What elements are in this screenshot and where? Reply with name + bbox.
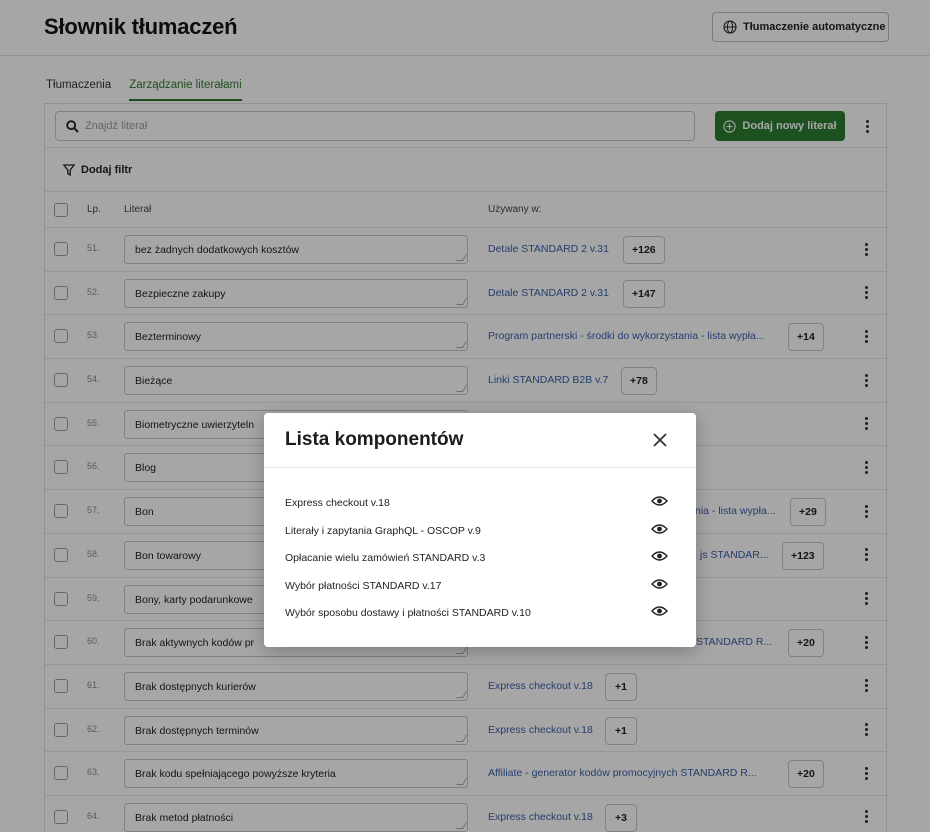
component-name: Express checkout v.18	[285, 497, 390, 509]
eye-icon[interactable]	[651, 605, 668, 617]
eye-icon[interactable]	[651, 550, 668, 562]
component-name: Wybór płatności STANDARD v.17	[285, 579, 442, 592]
eye-icon[interactable]	[651, 523, 668, 535]
eye-icon[interactable]	[651, 495, 668, 507]
component-list: Express checkout v.18 Literały i zapytan…	[285, 490, 675, 628]
list-item: Wybór płatności STANDARD v.17	[285, 573, 675, 601]
list-item: Opłacanie wielu zamówień STANDARD v.3	[285, 545, 675, 573]
component-name: Literały i zapytania GraphQL - OSCOP v.9	[285, 524, 481, 537]
components-list-modal: Lista komponentów Express checkout v.18 …	[264, 413, 696, 647]
list-item: Literały i zapytania GraphQL - OSCOP v.9	[285, 518, 675, 546]
list-item: Express checkout v.18	[285, 490, 675, 518]
modal-header: Lista komponentów	[264, 413, 696, 468]
component-name: Wybór sposobu dostawy i płatności STANDA…	[285, 607, 531, 619]
eye-icon[interactable]	[651, 578, 668, 590]
close-icon[interactable]	[651, 431, 669, 449]
list-item: Wybór sposobu dostawy i płatności STANDA…	[285, 600, 675, 628]
modal-title: Lista komponentów	[285, 429, 464, 450]
component-name: Opłacanie wielu zamówień STANDARD v.3	[285, 552, 486, 564]
